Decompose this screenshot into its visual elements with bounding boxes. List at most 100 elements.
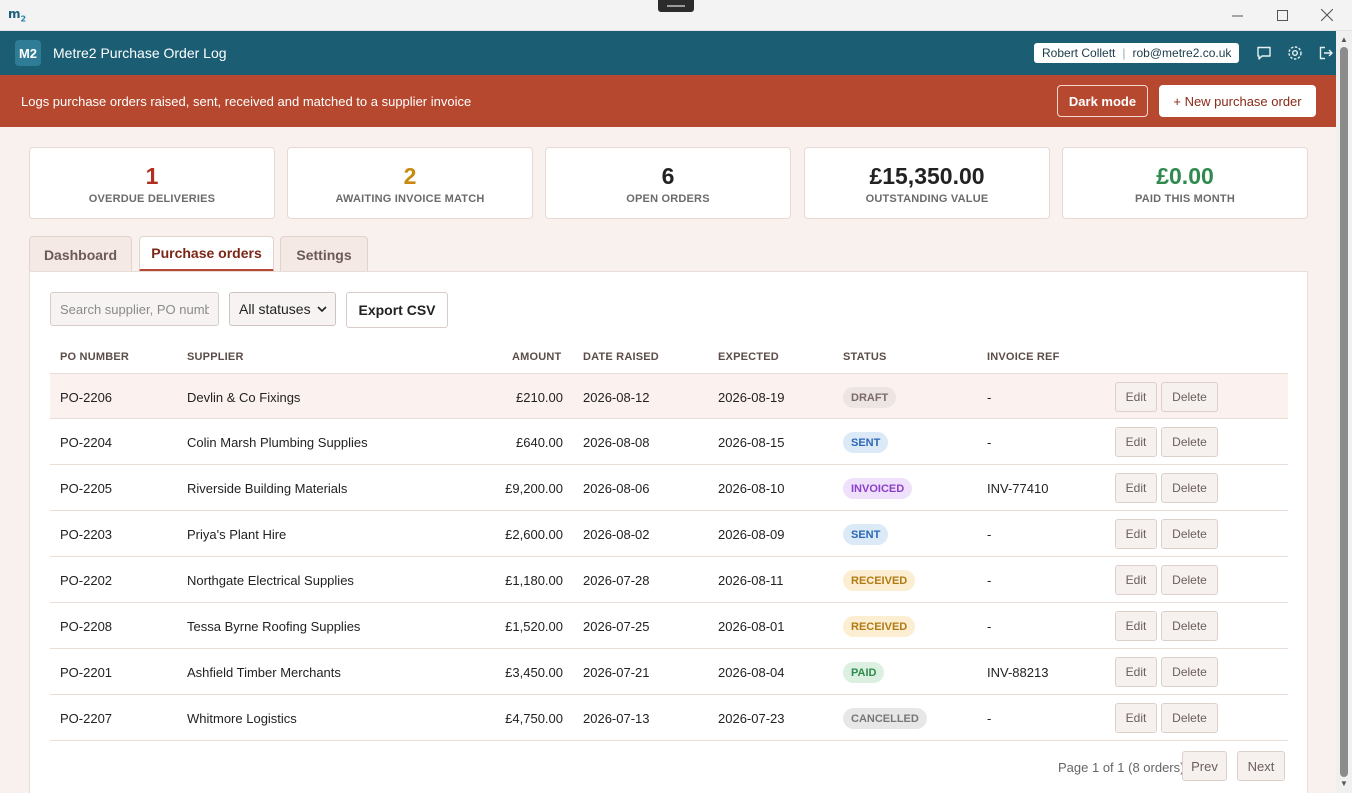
user-name: Robert Collett xyxy=(1042,46,1116,60)
drag-handle[interactable] xyxy=(658,0,694,12)
po-number: PO-2205 xyxy=(60,481,113,496)
status-badge: RECEIVED xyxy=(843,616,916,637)
edit-button[interactable]: Edit xyxy=(1115,657,1157,687)
date-raised: 2026-07-13 xyxy=(583,711,650,726)
table-row[interactable]: PO-2204 Colin Marsh Plumbing Supplies £640… xyxy=(50,419,1288,465)
table-row[interactable]: PO-2201 Ashfield Timber Merchants £3,450.0… xyxy=(50,649,1288,695)
column-header-status[interactable]: STATUS xyxy=(843,351,887,363)
table-row[interactable]: PO-2206 Devlin & Co Fixings £210.00 2026-08… xyxy=(50,373,1288,419)
edit-button[interactable]: Edit xyxy=(1115,382,1157,412)
search-input[interactable] xyxy=(50,292,219,326)
column-header-supplier[interactable]: SUPPLIER xyxy=(187,351,244,363)
invoice-ref: - xyxy=(987,390,992,405)
po-number: PO-2201 xyxy=(60,665,113,680)
delete-button[interactable]: Delete xyxy=(1161,382,1218,412)
amount: £3,450.00 xyxy=(505,665,563,680)
gear-icon[interactable] xyxy=(1287,45,1303,61)
chat-icon[interactable] xyxy=(1256,45,1272,61)
supplier-name: Whitmore Logistics xyxy=(187,711,297,726)
scroll-up-icon[interactable]: ▲ xyxy=(1340,35,1348,44)
delete-button[interactable]: Delete xyxy=(1161,657,1218,687)
column-header-amount[interactable]: AMOUNT xyxy=(512,351,561,363)
app-logo: M2 xyxy=(15,40,41,66)
date-expected: 2026-07-23 xyxy=(718,711,785,726)
logout-icon[interactable] xyxy=(1318,45,1334,61)
supplier-name: Northgate Electrical Supplies xyxy=(187,573,354,588)
tab-purchase-orders[interactable]: Purchase orders xyxy=(139,236,274,272)
table-row[interactable]: PO-2205 Riverside Building Materials £9,20… xyxy=(50,465,1288,511)
minimize-icon[interactable] xyxy=(1215,2,1259,28)
table-row[interactable]: PO-2203 Priya's Plant Hire £2,600.00 2026-0… xyxy=(50,511,1288,557)
prev-page-button[interactable]: Prev xyxy=(1182,751,1227,781)
table-row[interactable]: PO-2207 Whitmore Logistics £4,750.00 2026-0… xyxy=(50,695,1288,741)
export-csv-button[interactable]: Export CSV xyxy=(346,292,448,328)
date-raised: 2026-08-06 xyxy=(583,481,650,496)
edit-button[interactable]: Edit xyxy=(1115,473,1157,503)
banner-text: Logs purchase orders raised, sent, recei… xyxy=(21,94,472,109)
supplier-name: Ashfield Timber Merchants xyxy=(187,665,341,680)
date-expected: 2026-08-15 xyxy=(718,435,785,450)
stat-value: £15,350.00 xyxy=(869,163,985,189)
main-content: 1 OVERDUE DELIVERIES 2 AWAITING INVOICE … xyxy=(0,127,1336,793)
date-expected: 2026-08-09 xyxy=(718,527,785,542)
dark-mode-button[interactable]: Dark mode xyxy=(1057,85,1148,117)
date-raised: 2026-08-12 xyxy=(583,390,650,405)
amount: £1,180.00 xyxy=(505,573,563,588)
date-raised: 2026-07-21 xyxy=(583,665,650,680)
column-header-po-number[interactable]: PO NUMBER xyxy=(60,351,129,363)
stat-value: 1 xyxy=(145,163,159,189)
purchase-orders-panel: All statuses Export CSV PO NUMBER SUPPLI… xyxy=(29,271,1308,793)
next-page-button[interactable]: Next xyxy=(1237,751,1285,781)
status-badge: CANCELLED xyxy=(843,708,927,729)
supplier-name: Colin Marsh Plumbing Supplies xyxy=(187,435,368,450)
edit-button[interactable]: Edit xyxy=(1115,519,1157,549)
amount: £1,520.00 xyxy=(505,619,563,634)
user-badge[interactable]: Robert Collett | rob@metre2.co.uk xyxy=(1034,43,1240,63)
status-filter-select[interactable]: All statuses xyxy=(229,292,336,326)
table-row[interactable]: PO-2208 Tessa Byrne Roofing Supplies £1,52… xyxy=(50,603,1288,649)
stat-label: OUTSTANDING VALUE xyxy=(865,193,989,205)
column-header-expected[interactable]: EXPECTED xyxy=(718,351,779,363)
po-number: PO-2208 xyxy=(60,619,113,634)
edit-button[interactable]: Edit xyxy=(1115,611,1157,641)
stat-value: 2 xyxy=(403,163,417,189)
delete-button[interactable]: Delete xyxy=(1161,565,1218,595)
column-header-date-raised[interactable]: DATE RAISED xyxy=(583,351,659,363)
edit-button[interactable]: Edit xyxy=(1115,703,1157,733)
scroll-down-icon[interactable]: ▼ xyxy=(1340,779,1348,788)
user-email: rob@metre2.co.uk xyxy=(1132,46,1232,60)
delete-button[interactable]: Delete xyxy=(1161,611,1218,641)
close-icon[interactable] xyxy=(1305,2,1349,28)
vertical-scrollbar[interactable]: ▲ ▼ xyxy=(1336,31,1352,793)
stat-outstanding-value: £15,350.00 OUTSTANDING VALUE xyxy=(804,147,1050,219)
status-badge: DRAFT xyxy=(843,387,897,408)
delete-button[interactable]: Delete xyxy=(1161,473,1218,503)
date-raised: 2026-08-08 xyxy=(583,435,650,450)
status-badge: SENT xyxy=(843,524,889,545)
scrollbar-thumb[interactable] xyxy=(1340,47,1348,777)
supplier-name: Riverside Building Materials xyxy=(187,481,348,496)
stat-overdue-deliveries: 1 OVERDUE DELIVERIES xyxy=(29,147,275,219)
edit-button[interactable]: Edit xyxy=(1115,427,1157,457)
stat-label: PAID THIS MONTH xyxy=(1135,193,1235,205)
status-filter-value: All statuses xyxy=(239,301,311,317)
table-row[interactable]: PO-2202 Northgate Electrical Supplies £1,1… xyxy=(50,557,1288,603)
invoice-ref: - xyxy=(987,573,992,588)
date-expected: 2026-08-19 xyxy=(718,390,785,405)
po-number: PO-2202 xyxy=(60,573,113,588)
tab-dashboard[interactable]: Dashboard xyxy=(29,236,132,272)
invoice-ref: - xyxy=(987,435,992,450)
supplier-name: Tessa Byrne Roofing Supplies xyxy=(187,619,361,634)
delete-button[interactable]: Delete xyxy=(1161,703,1218,733)
delete-button[interactable]: Delete xyxy=(1161,427,1218,457)
column-header-invoice-ref[interactable]: INVOICE REF xyxy=(987,351,1060,363)
amount: £9,200.00 xyxy=(505,481,563,496)
app-header: M2 Metre2 Purchase Order Log Robert Coll… xyxy=(0,31,1336,75)
delete-button[interactable]: Delete xyxy=(1161,519,1218,549)
invoice-ref: - xyxy=(987,619,992,634)
stat-paid-this-month: £0.00 PAID THIS MONTH xyxy=(1062,147,1308,219)
edit-button[interactable]: Edit xyxy=(1115,565,1157,595)
tab-settings[interactable]: Settings xyxy=(280,236,368,272)
maximize-icon[interactable] xyxy=(1260,2,1304,28)
new-purchase-order-button[interactable]: + New purchase order xyxy=(1159,85,1316,117)
